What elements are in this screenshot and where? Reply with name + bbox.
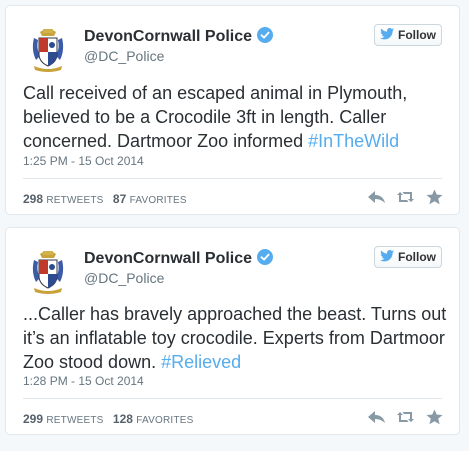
retweets-count[interactable]: 299 xyxy=(23,412,43,426)
retweet-icon[interactable] xyxy=(396,409,415,425)
display-name[interactable]: DevonCornwall Police xyxy=(84,28,252,45)
follow-button[interactable]: Follow xyxy=(374,246,442,268)
verified-badge-icon xyxy=(257,249,274,265)
retweets-label: RETWEETS xyxy=(46,195,104,206)
tweet-timestamp[interactable]: 1:25 PM - 15 Oct 2014 xyxy=(23,154,144,168)
follow-button[interactable]: Follow xyxy=(374,24,442,46)
follow-label: Follow xyxy=(398,28,436,42)
account-handle[interactable]: @DC_Police xyxy=(84,48,164,64)
account-name[interactable]: DevonCornwall Police xyxy=(84,249,274,268)
tweet-actions xyxy=(367,189,444,205)
twitter-bird-icon xyxy=(380,27,394,43)
reply-icon[interactable] xyxy=(367,189,386,205)
favorites-count[interactable]: 87 xyxy=(113,192,126,206)
favorite-star-icon[interactable] xyxy=(425,409,444,425)
favorites-label: FAVORITES xyxy=(129,195,187,206)
favorites-label: FAVORITES xyxy=(136,415,194,426)
retweets-count[interactable]: 298 xyxy=(23,192,43,206)
reply-icon[interactable] xyxy=(367,409,386,425)
verified-badge-icon xyxy=(257,27,274,43)
retweet-icon[interactable] xyxy=(396,189,415,205)
favorites-count[interactable]: 128 xyxy=(113,412,133,426)
tweet-timestamp[interactable]: 1:28 PM - 15 Oct 2014 xyxy=(23,374,144,388)
divider xyxy=(23,398,442,399)
police-crest-icon[interactable] xyxy=(28,26,68,74)
follow-label: Follow xyxy=(398,250,436,264)
tweet-text: Call received of an escaped animal in Pl… xyxy=(23,81,448,153)
tweet-stats: 299 RETWEETS 128 FAVORITES xyxy=(23,412,199,426)
tweet-card: DevonCornwall Police @DC_Police Follow C… xyxy=(5,5,460,215)
retweets-label: RETWEETS xyxy=(46,415,104,426)
account-name[interactable]: DevonCornwall Police xyxy=(84,27,274,46)
account-handle[interactable]: @DC_Police xyxy=(84,270,164,286)
favorite-star-icon[interactable] xyxy=(425,189,444,205)
hashtag-link[interactable]: #InTheWild xyxy=(308,131,399,151)
police-crest-icon[interactable] xyxy=(28,248,68,296)
divider xyxy=(23,178,442,179)
twitter-bird-icon xyxy=(380,249,394,265)
tweet-card: DevonCornwall Police @DC_Police Follow .… xyxy=(5,227,460,435)
tweet-actions xyxy=(367,409,444,425)
hashtag-link[interactable]: #Relieved xyxy=(161,352,241,372)
tweet-stats: 298 RETWEETS 87 FAVORITES xyxy=(23,192,193,206)
tweet-text: ...Caller has bravely approached the bea… xyxy=(23,302,448,374)
display-name[interactable]: DevonCornwall Police xyxy=(84,250,252,267)
